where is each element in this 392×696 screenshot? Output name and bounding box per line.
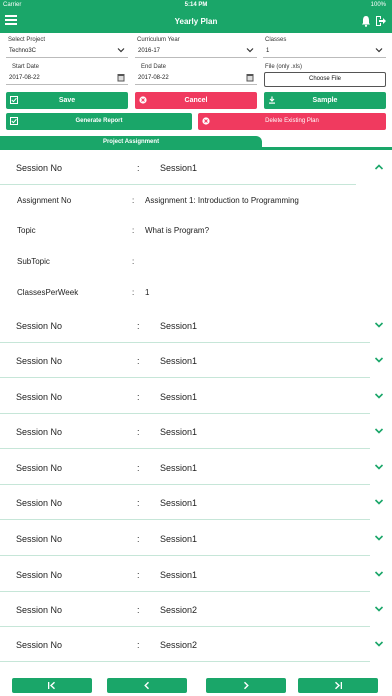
row-divider [0, 448, 370, 449]
status-bar: Carrier 5:14 PM 100% [0, 0, 392, 11]
project-label: Select Project [8, 37, 46, 43]
bell-icon[interactable] [361, 15, 371, 27]
session-row[interactable]: Session No : Session1 [0, 557, 392, 592]
logout-icon[interactable] [375, 15, 386, 27]
calendar-icon[interactable] [117, 73, 125, 82]
session-row[interactable]: Session No : Session1 [0, 343, 392, 378]
row-divider [0, 519, 370, 520]
session-row[interactable]: Session No : Session1 [0, 521, 392, 556]
detail-row: ClassesPerWeek : 1 [17, 288, 150, 297]
year-select[interactable]: 2016-17 [135, 44, 257, 58]
last-page-icon [335, 681, 342, 690]
chevron-down-icon[interactable] [374, 570, 384, 578]
row-divider [0, 555, 370, 556]
sample-button[interactable]: Sample [264, 92, 386, 109]
chevron-down-icon [246, 48, 254, 53]
chevron-down-icon[interactable] [374, 463, 384, 471]
first-page-icon [48, 681, 55, 690]
chevron-down-icon[interactable] [374, 321, 384, 329]
checkbox-icon [10, 96, 18, 104]
row-divider [0, 661, 370, 662]
first-page-button[interactable] [12, 678, 92, 693]
chevron-down-icon[interactable] [374, 356, 384, 364]
chevron-down-icon [117, 48, 125, 53]
session-row[interactable]: Session No : Session1 [0, 379, 392, 414]
choose-file-button[interactable]: Choose File [264, 72, 386, 87]
tab-project-assignment[interactable]: Project Assignment [0, 136, 262, 148]
status-time: 5:14 PM [184, 2, 208, 8]
chevron-down-icon[interactable] [374, 605, 384, 613]
chevron-left-icon [144, 681, 149, 690]
year-label: Curriculum Year [137, 37, 180, 43]
cancel-button[interactable]: Cancel [135, 92, 257, 109]
detail-row: Topic : What is Program? [17, 226, 210, 235]
chevron-down-icon[interactable] [374, 640, 384, 648]
chevron-down-icon[interactable] [374, 534, 384, 542]
previous-page-button[interactable] [107, 678, 187, 693]
chevron-down-icon[interactable] [374, 498, 384, 506]
chevron-down-icon[interactable] [374, 392, 384, 400]
last-page-button[interactable] [298, 678, 378, 693]
save-button[interactable]: Save [6, 92, 128, 109]
chevron-right-icon [244, 681, 249, 690]
start-date-field[interactable]: 2017-08-22 [6, 71, 128, 85]
next-page-button[interactable] [206, 678, 286, 693]
page-title: Yearly Plan [174, 17, 218, 26]
download-icon [269, 96, 275, 104]
project-select[interactable]: Techno3C [6, 44, 128, 58]
calendar-icon[interactable] [246, 73, 254, 82]
navigation-bar: Yearly Plan [0, 11, 392, 33]
classes-select[interactable]: 1 [263, 44, 386, 58]
generate-report-button[interactable]: Generate Report [6, 113, 192, 130]
chevron-down-icon [375, 48, 383, 53]
cancel-icon [202, 117, 210, 125]
session-row[interactable]: Session No : Session1 [0, 150, 392, 185]
start-date-label: Start Date [12, 64, 40, 70]
end-date-label: End Date [141, 64, 167, 70]
end-date-field[interactable]: 2017-08-22 [135, 71, 257, 85]
session-row[interactable]: Session No : Session2 [0, 592, 392, 627]
chevron-down-icon[interactable] [374, 427, 384, 435]
checkbox-icon [10, 117, 18, 125]
session-row[interactable]: Session No : Session2 [0, 627, 392, 662]
cancel-icon [139, 96, 147, 104]
battery-level: 100% [370, 2, 386, 8]
detail-row: Assignment No : Assignment 1: Introducti… [17, 196, 299, 205]
chevron-up-icon[interactable] [374, 163, 384, 171]
file-label: File (only .xls) [265, 64, 303, 70]
session-row[interactable]: Session No : Session1 [0, 450, 392, 485]
session-row[interactable]: Session No : Session1 [0, 414, 392, 449]
row-divider [0, 377, 370, 378]
session-row[interactable]: Session No : Session1 [0, 308, 392, 343]
session-row[interactable]: Session No : Session1 [0, 485, 392, 520]
delete-plan-button[interactable]: Delete Existing Plan [198, 113, 386, 130]
detail-row: SubTopic : [17, 257, 135, 266]
classes-label: Classes [265, 37, 287, 43]
